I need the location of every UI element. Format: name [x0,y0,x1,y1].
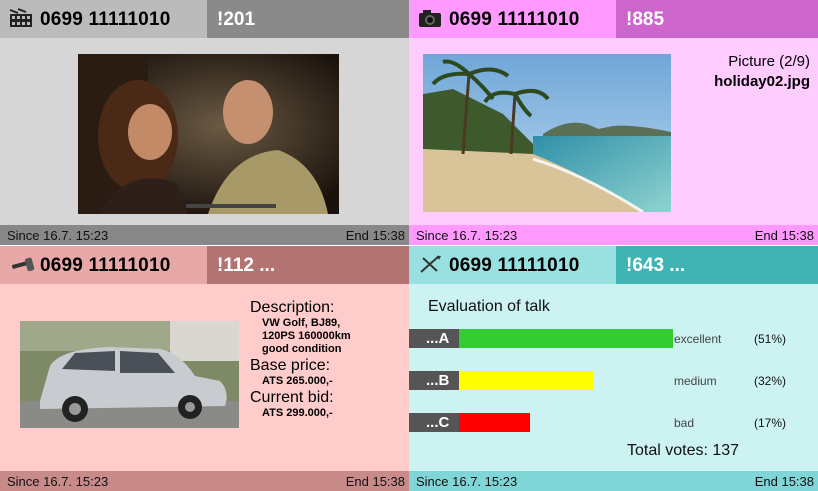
picture-counter: Picture (2/9) [728,53,810,70]
beach-photo [423,54,671,212]
description-label: Description: [250,299,335,316]
service-code: !643 ... [626,255,686,276]
vote-option-label: excellent [674,332,722,346]
current-bid-label: Current bid: [250,389,334,406]
car-photo [20,321,239,428]
vote-option-label: bad [674,416,695,430]
vote-bar [459,413,530,432]
description-line: VW Golf, BJ89, [262,317,341,329]
total-votes: Total votes: 137 [627,442,740,459]
vote-option: ...C bad (17%) [409,413,818,433]
gavel-icon [11,257,35,272]
picture-filename: holiday02.jpg [714,73,810,90]
since-time: Since 16.7. 15:23 [7,228,109,243]
end-time: End 15:38 [754,228,814,243]
auction-details: Description: VW Golf, BJ89, 120PS 160000… [250,298,405,420]
panel-footer: Since 16.7. 15:23 End 15:38 [0,471,409,491]
camera-icon [419,10,441,27]
panel-header: 0699 11111010 !112 ... [0,246,409,284]
since-time: Since 16.7. 15:23 [7,474,109,489]
panel-header: 0699 11111010 !885 [409,0,818,38]
film-clapper-icon [9,8,32,27]
movie-still-image [78,54,339,214]
description-line: 120PS 160000km [262,330,351,342]
current-bid-value: ATS 299.000,- [262,407,333,419]
voting-panel: 0699 11111010 !643 ... Evaluation of tal… [409,246,818,491]
panel-header: 0699 11111010 !201 [0,0,409,38]
end-time: End 15:38 [345,228,405,243]
phone-number: 0699 11111010 [449,255,580,276]
since-time: Since 16.7. 15:23 [416,228,518,243]
picture-info: Picture (2/9) holiday02.jpg [714,52,810,92]
end-time: End 15:38 [345,474,405,489]
vote-option-tag: ...A [409,329,459,348]
since-time: Since 16.7. 15:23 [416,474,518,489]
service-code: !885 [626,9,665,30]
vote-bar [459,371,593,390]
movie-panel: 0699 11111010 !201 Since 16.7. 15:23 End… [0,0,409,245]
end-time: End 15:38 [754,474,814,489]
panel-footer: Since 16.7. 15:23 End 15:38 [409,471,818,491]
auction-panel: 0699 11111010 !112 ... Description: VW G… [0,246,409,491]
vote-option-percent: (32%) [754,374,787,388]
vote-option-label: medium [674,374,717,388]
vote-option-tag: ...B [409,371,459,390]
base-price-label: Base price: [250,357,331,374]
vote-option: ...B medium (32%) [409,371,818,391]
vote-bar [459,329,673,348]
vote-option-tag: ...C [409,413,459,432]
panel-header: 0699 11111010 !643 ... [409,246,818,284]
service-code: !112 ... [217,255,276,276]
base-price-value: ATS 265.000,- [262,375,333,387]
description-line: good condition [262,343,342,355]
panel-footer: Since 16.7. 15:23 End 15:38 [409,225,818,245]
phone-number: 0699 11111010 [449,9,580,30]
vote-option-percent: (17%) [754,416,787,430]
phone-number: 0699 11111010 [40,255,171,276]
vote-option-percent: (51%) [754,332,787,346]
poll-title: Evaluation of talk [428,298,550,315]
vote-option: ...A excellent (51%) [409,329,818,349]
phone-number: 0699 11111010 [40,9,171,30]
cross-icon [420,255,441,273]
picture-panel: 0699 11111010 !885 Picture (2/9) holiday… [409,0,818,245]
panel-footer: Since 16.7. 15:23 End 15:38 [0,225,409,245]
service-code: !201 [217,9,256,30]
